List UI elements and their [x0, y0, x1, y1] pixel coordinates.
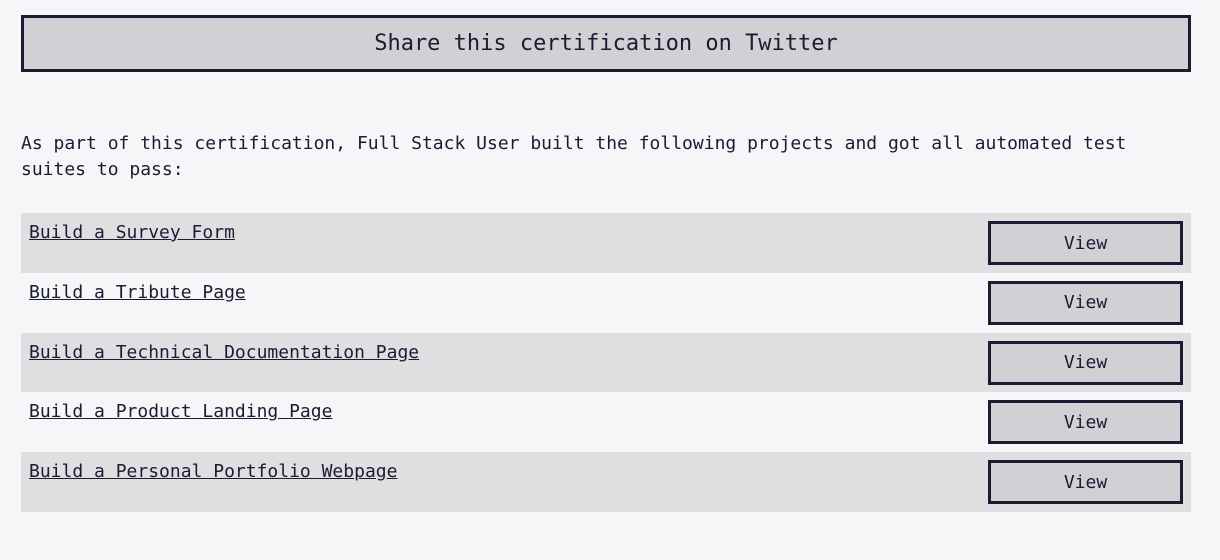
view-technical-documentation-page-button[interactable]: View — [988, 340, 1183, 385]
project-row: Build a Product Landing Page View — [21, 392, 1191, 453]
view-product-landing-page-button[interactable]: View — [988, 400, 1183, 445]
view-tribute-page-button[interactable]: View — [988, 280, 1183, 325]
project-row: Build a Tribute Page View — [21, 272, 1191, 333]
project-row: Build a Technical Documentation Page Vie… — [21, 332, 1191, 393]
project-link-tribute-page[interactable]: Build a Tribute Page — [29, 281, 246, 305]
project-row: Build a Survey Form View — [21, 213, 1191, 273]
projects-intro-text: As part of this certification, Full Stac… — [21, 133, 1127, 180]
project-row: Build a Personal Portfolio Webpage View — [21, 452, 1191, 512]
view-survey-form-button[interactable]: View — [988, 221, 1183, 265]
project-link-survey-form[interactable]: Build a Survey Form — [29, 221, 235, 245]
share-on-twitter-button[interactable]: Share this certification on Twitter — [21, 15, 1191, 72]
projects-list: Build a Survey Form View Build a Tribute… — [21, 213, 1191, 512]
view-personal-portfolio-webpage-button[interactable]: View — [988, 460, 1183, 505]
project-link-personal-portfolio-webpage[interactable]: Build a Personal Portfolio Webpage — [29, 460, 397, 484]
project-link-product-landing-page[interactable]: Build a Product Landing Page — [29, 400, 332, 424]
project-link-technical-documentation-page[interactable]: Build a Technical Documentation Page — [29, 341, 419, 365]
